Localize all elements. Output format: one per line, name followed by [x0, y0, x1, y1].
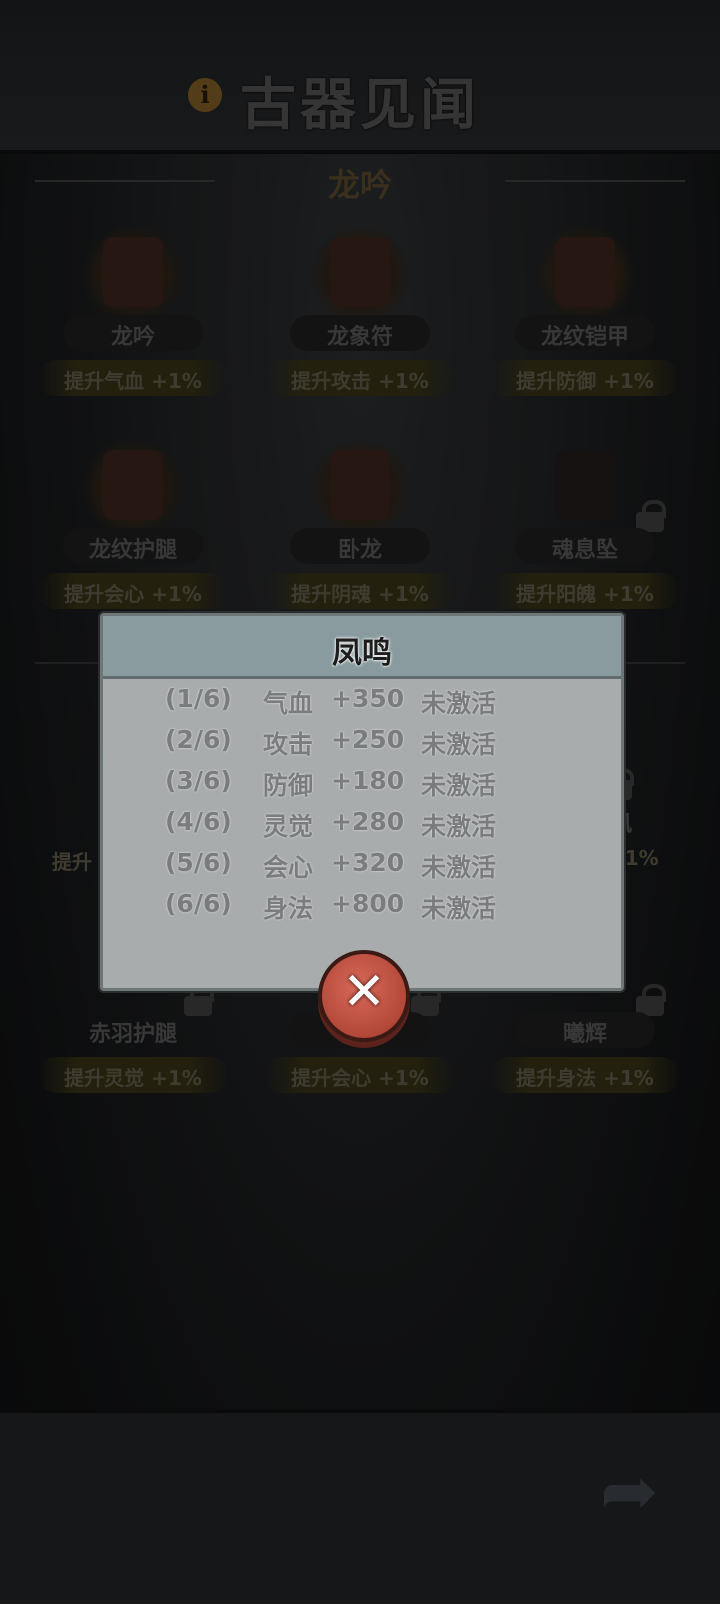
activation-status: 未激活 [421, 730, 497, 759]
stat-value: +180 [331, 766, 405, 795]
stat-value: +350 [331, 684, 405, 713]
list-item: (6/6) 身法 +800 未激活 [103, 889, 621, 929]
stat-name: 气血 [263, 689, 314, 718]
stat-value: +800 [331, 889, 405, 918]
set-bonus-dialog: 凤鸣 (1/6) 气血 +350 未激活 (2/6) 攻击 +250 未激活 (… [100, 613, 624, 991]
list-item: (5/6) 会心 +320 未激活 [103, 848, 621, 888]
tier-index: (5/6) [165, 848, 232, 877]
stat-name: 会心 [263, 853, 314, 882]
tier-index: (1/6) [165, 684, 232, 713]
activation-status: 未激活 [421, 771, 497, 800]
dialog-title: 凤鸣 [332, 636, 392, 671]
list-item: (2/6) 攻击 +250 未激活 [103, 725, 621, 765]
tier-index: (2/6) [165, 725, 232, 754]
stat-name: 身法 [263, 894, 314, 923]
tier-index: (6/6) [165, 889, 232, 918]
stat-value: +280 [331, 807, 405, 836]
stat-value: +250 [331, 725, 405, 754]
stat-name: 攻击 [263, 730, 314, 759]
dialog-header: 凤鸣 [103, 616, 621, 679]
stat-name: 灵觉 [263, 812, 314, 841]
activation-status: 未激活 [421, 812, 497, 841]
close-icon: ✕ [342, 962, 386, 1022]
activation-status: 未激活 [421, 689, 497, 718]
stat-name: 防御 [263, 771, 314, 800]
tier-index: (3/6) [165, 766, 232, 795]
activation-status: 未激活 [421, 853, 497, 882]
activation-status: 未激活 [421, 894, 497, 923]
list-item: (3/6) 防御 +180 未激活 [103, 766, 621, 806]
stat-value: +320 [331, 848, 405, 877]
close-button[interactable]: ✕ [318, 950, 410, 1042]
list-item: (4/6) 灵觉 +280 未激活 [103, 807, 621, 847]
list-item: (1/6) 气血 +350 未激活 [103, 684, 621, 724]
tier-index: (4/6) [165, 807, 232, 836]
